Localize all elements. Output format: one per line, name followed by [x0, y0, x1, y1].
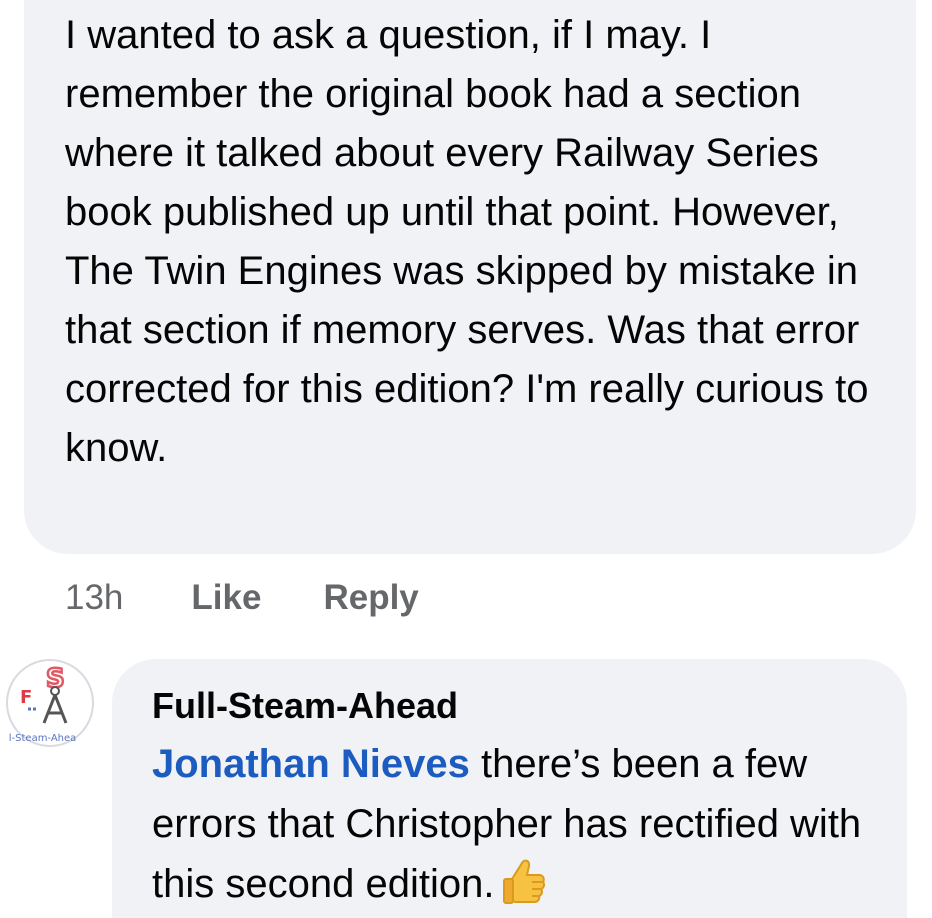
svg-text:F: F [20, 687, 32, 708]
reply-author[interactable]: Full-Steam-Ahead [152, 684, 458, 728]
reply-text: Jonathan Nieves there’s been a few error… [152, 734, 892, 918]
full-steam-ahead-logo-icon: S F ll-Steam-Ahea [8, 663, 76, 744]
like-button[interactable]: Like [191, 578, 261, 618]
comment-timestamp: 13h [65, 578, 124, 617]
mention-link[interactable]: Jonathan Nieves [152, 742, 470, 786]
avatar[interactable]: S F ll-Steam-Ahea [6, 659, 94, 747]
thumbs-up-icon [502, 857, 546, 918]
comment-text: I wanted to ask a question, if I may. I … [65, 13, 869, 470]
comment-actions: 13h Like Reply [65, 576, 481, 620]
avatar-logo-text: ll-Steam-Ahea [8, 733, 76, 744]
comment-thread: I wanted to ask a question, if I may. I … [0, 0, 932, 918]
reply-button[interactable]: Reply [323, 578, 418, 618]
